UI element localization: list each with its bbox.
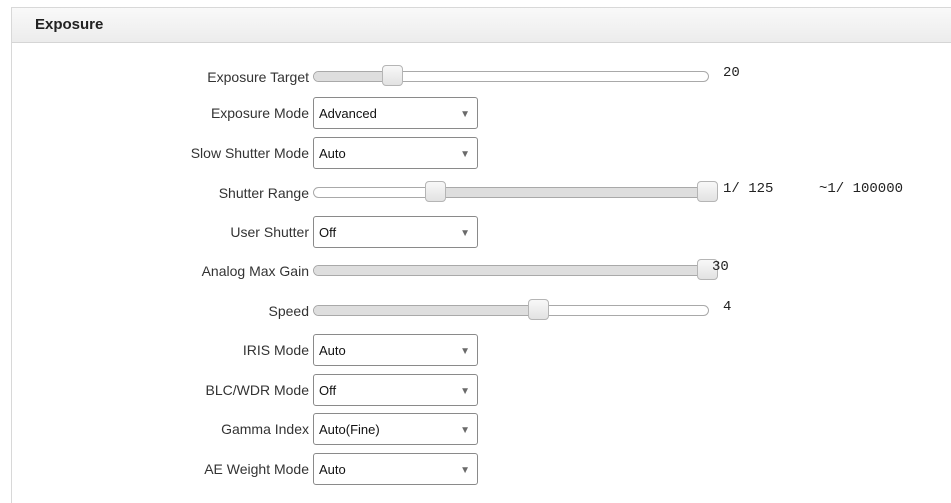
speed-handle[interactable] — [527, 299, 549, 320]
shutter-range-high-handle[interactable] — [697, 181, 718, 202]
row-slow-shutter-mode: Slow Shutter Mode Auto ▼ — [12, 137, 951, 169]
shutter-range-fill — [436, 188, 708, 197]
speed-fill — [314, 306, 539, 315]
shutter-range-label: Shutter Range — [218, 185, 309, 201]
iris-mode-label: IRIS Mode — [242, 342, 309, 358]
chevron-down-icon: ▼ — [460, 386, 470, 397]
row-blc-wdr-mode: BLC/WDR Mode Off ▼ — [12, 374, 951, 406]
panel-title: Exposure — [35, 16, 104, 33]
slow-shutter-mode-value: Auto — [319, 146, 346, 161]
speed-value: 4 — [723, 299, 732, 315]
chevron-down-icon: ▼ — [460, 109, 470, 120]
iris-mode-select[interactable]: Auto ▼ — [313, 334, 478, 366]
ae-weight-mode-select[interactable]: Auto ▼ — [313, 453, 478, 485]
chevron-down-icon: ▼ — [460, 149, 470, 160]
blc-wdr-mode-label: BLC/WDR Mode — [205, 382, 309, 398]
row-exposure-target: Exposure Target 20 — [12, 61, 951, 93]
user-shutter-select[interactable]: Off ▼ — [313, 216, 478, 248]
row-ae-weight-mode: AE Weight Mode Auto ▼ — [12, 453, 951, 485]
chevron-down-icon: ▼ — [460, 346, 470, 357]
gamma-index-label: Gamma Index — [221, 421, 309, 437]
user-shutter-value: Off — [319, 225, 337, 240]
ae-weight-mode-value: Auto — [319, 462, 346, 477]
row-iris-mode: IRIS Mode Auto ▼ — [12, 334, 951, 366]
exposure-target-value: 20 — [723, 65, 740, 81]
speed-slider[interactable] — [313, 299, 709, 320]
row-speed: Speed 4 — [12, 295, 951, 327]
exposure-mode-label: Exposure Mode — [210, 105, 309, 121]
shutter-range-min-value: 1/ 125 — [723, 181, 774, 197]
speed-label: Speed — [268, 303, 309, 319]
exposure-target-slider[interactable] — [313, 65, 709, 86]
panel-header: Exposure — [12, 8, 951, 43]
shutter-range-max-value: ~1/ 100000 — [819, 181, 904, 197]
shutter-range-low-handle[interactable] — [425, 181, 447, 202]
slow-shutter-mode-label: Slow Shutter Mode — [190, 145, 309, 161]
analog-max-gain-label: Analog Max Gain — [201, 263, 309, 279]
row-gamma-index: Gamma Index Auto(Fine) ▼ — [12, 413, 951, 445]
row-user-shutter: User Shutter Off ▼ — [12, 216, 951, 248]
exposure-target-handle[interactable] — [381, 65, 403, 86]
exposure-target-label: Exposure Target — [207, 69, 309, 85]
exposure-target-fill — [314, 72, 393, 81]
iris-mode-value: Auto — [319, 343, 346, 358]
exposure-mode-value: Advanced — [319, 106, 377, 121]
chevron-down-icon: ▼ — [460, 425, 470, 436]
chevron-down-icon: ▼ — [460, 228, 470, 239]
analog-max-gain-value: 30 — [712, 259, 729, 275]
gamma-index-value: Auto(Fine) — [319, 422, 380, 437]
slow-shutter-mode-select[interactable]: Auto ▼ — [313, 137, 478, 169]
blc-wdr-mode-select[interactable]: Off ▼ — [313, 374, 478, 406]
user-shutter-label: User Shutter — [230, 224, 309, 240]
gamma-index-select[interactable]: Auto(Fine) ▼ — [313, 413, 478, 445]
row-exposure-mode: Exposure Mode Advanced ▼ — [12, 97, 951, 129]
row-shutter-range: Shutter Range 1/ 125 ~1/ 100000 — [12, 177, 951, 209]
shutter-range-slider[interactable] — [313, 181, 718, 202]
row-analog-max-gain: Analog Max Gain 30 — [12, 255, 951, 287]
analog-max-gain-fill — [314, 266, 708, 275]
exposure-mode-select[interactable]: Advanced ▼ — [313, 97, 478, 129]
exposure-panel: Exposure Exposure Target 20 Exposure Mod… — [11, 7, 951, 503]
chevron-down-icon: ▼ — [460, 465, 470, 476]
blc-wdr-mode-value: Off — [319, 383, 337, 398]
analog-max-gain-slider[interactable] — [313, 259, 718, 280]
ae-weight-mode-label: AE Weight Mode — [204, 461, 309, 477]
